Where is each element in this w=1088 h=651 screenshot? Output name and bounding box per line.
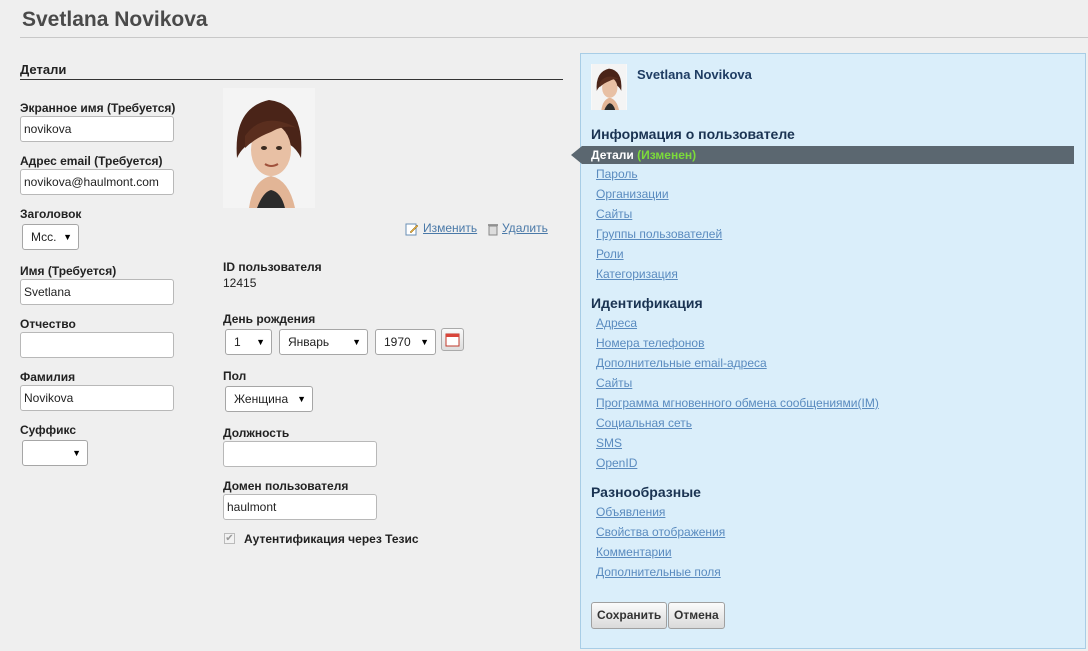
chevron-down-icon: ▼ xyxy=(420,337,429,347)
nav-item-instant-messenger[interactable]: Программа мгновенного обмена сообщениями… xyxy=(596,396,879,410)
screen-name-label: Экранное имя (Требуется) xyxy=(20,101,176,115)
edit-icon[interactable] xyxy=(405,222,419,239)
nav-item-organizations[interactable]: Организации xyxy=(596,187,669,201)
nav-item-user-groups[interactable]: Группы пользователей xyxy=(596,227,722,241)
birthday-day-value: 1 xyxy=(234,335,241,349)
birthday-year-value: 1970 xyxy=(384,335,411,349)
nav-item-comments[interactable]: Комментарии xyxy=(596,545,672,559)
avatar xyxy=(591,64,627,110)
nav-item-password[interactable]: Пароль xyxy=(596,167,638,181)
chevron-down-icon: ▼ xyxy=(297,394,306,404)
birthday-label: День рождения xyxy=(223,312,316,326)
domain-label: Домен пользователя xyxy=(223,479,349,493)
gender-select-value: Женщина xyxy=(234,392,289,406)
suffix-select[interactable]: ▼ xyxy=(22,440,88,466)
title-divider xyxy=(20,37,1088,38)
chevron-down-icon: ▼ xyxy=(63,232,72,242)
prefix-label: Заголовок xyxy=(20,207,82,221)
panel-user-name: Svetlana Novikova xyxy=(637,67,752,82)
nav-item-display-settings[interactable]: Свойства отображения xyxy=(596,525,725,539)
chevron-down-icon: ▼ xyxy=(352,337,361,347)
cancel-button[interactable]: Отмена xyxy=(668,602,725,629)
last-name-label: Фамилия xyxy=(20,370,76,384)
first-name-label: Имя (Требуется) xyxy=(20,264,117,278)
domain-input[interactable]: haulmont xyxy=(223,494,377,520)
tezis-auth-checkbox[interactable]: ✔ xyxy=(224,533,235,544)
trash-icon[interactable] xyxy=(487,222,499,239)
first-name-input[interactable]: Svetlana xyxy=(20,279,174,305)
gender-label: Пол xyxy=(223,369,247,383)
prefix-select[interactable]: Мсс. ▼ xyxy=(22,224,79,250)
nav-item-details-label: Детали (Изменен) xyxy=(591,148,696,162)
last-name-input[interactable]: Novikova xyxy=(20,385,174,411)
nav-item-announcements[interactable]: Объявления xyxy=(596,505,665,519)
tezis-auth-label: Аутентификация через Тезис xyxy=(244,532,419,546)
birthday-month-select[interactable]: Январь ▼ xyxy=(279,329,368,355)
nav-item-sms[interactable]: SMS xyxy=(596,436,622,450)
section-title: Детали xyxy=(20,62,67,77)
nav-item-categorization[interactable]: Категоризация xyxy=(596,267,678,281)
gender-select[interactable]: Женщина ▼ xyxy=(225,386,313,412)
suffix-label: Суффикс xyxy=(20,423,77,437)
identification-heading: Идентификация xyxy=(591,295,703,311)
chevron-down-icon: ▼ xyxy=(256,337,265,347)
nav-item-addresses[interactable]: Адреса xyxy=(596,316,637,330)
save-button[interactable]: Сохранить xyxy=(591,602,668,629)
delete-photo-link[interactable]: Удалить xyxy=(502,221,548,235)
nav-item-openid[interactable]: OpenID xyxy=(596,456,637,470)
nav-item-details-text: Детали xyxy=(591,148,634,162)
active-pointer xyxy=(571,146,582,164)
prefix-select-value: Мсс. xyxy=(31,230,57,244)
nav-item-sites[interactable]: Сайты xyxy=(596,207,632,221)
user-id-value: 12415 xyxy=(223,276,257,290)
middle-name-label: Отчество xyxy=(20,317,76,331)
middle-name-input[interactable] xyxy=(20,332,174,358)
misc-heading: Разнообразные xyxy=(591,484,701,500)
user-id-label: ID пользователя xyxy=(223,260,322,274)
birthday-year-select[interactable]: 1970 ▼ xyxy=(375,329,436,355)
nav-item-websites[interactable]: Сайты xyxy=(596,376,632,390)
calendar-icon xyxy=(445,333,460,347)
email-label: Адрес email (Требуется) xyxy=(20,154,163,168)
navigation-panel: Svetlana Novikova Информация о пользоват… xyxy=(571,53,1086,649)
section-divider xyxy=(20,79,563,80)
screen-name-input[interactable]: novikova xyxy=(20,116,174,142)
birthday-day-select[interactable]: 1 ▼ xyxy=(225,329,272,355)
user-photo xyxy=(223,88,315,208)
birthday-month-value: Январь xyxy=(288,335,330,349)
nav-item-additional-emails[interactable]: Дополнительные email-адреса xyxy=(596,356,767,370)
job-title-label: Должность xyxy=(223,426,290,440)
nav-item-custom-fields[interactable]: Дополнительные поля xyxy=(596,565,721,579)
changed-badge: (Изменен) xyxy=(637,148,697,162)
change-photo-link[interactable]: Изменить xyxy=(423,221,477,235)
chevron-down-icon: ▼ xyxy=(72,448,81,458)
page-title: Svetlana Novikova xyxy=(22,8,208,31)
calendar-button[interactable] xyxy=(441,328,464,351)
nav-item-details[interactable]: Детали (Изменен) xyxy=(571,146,1074,164)
job-title-input[interactable] xyxy=(223,441,377,467)
nav-item-phone-numbers[interactable]: Номера телефонов xyxy=(596,336,704,350)
user-info-heading: Информация о пользователе xyxy=(591,126,795,142)
nav-item-social-network[interactable]: Социальная сеть xyxy=(596,416,692,430)
email-input[interactable]: novikova@haulmont.com xyxy=(20,169,174,195)
nav-item-roles[interactable]: Роли xyxy=(596,247,624,261)
